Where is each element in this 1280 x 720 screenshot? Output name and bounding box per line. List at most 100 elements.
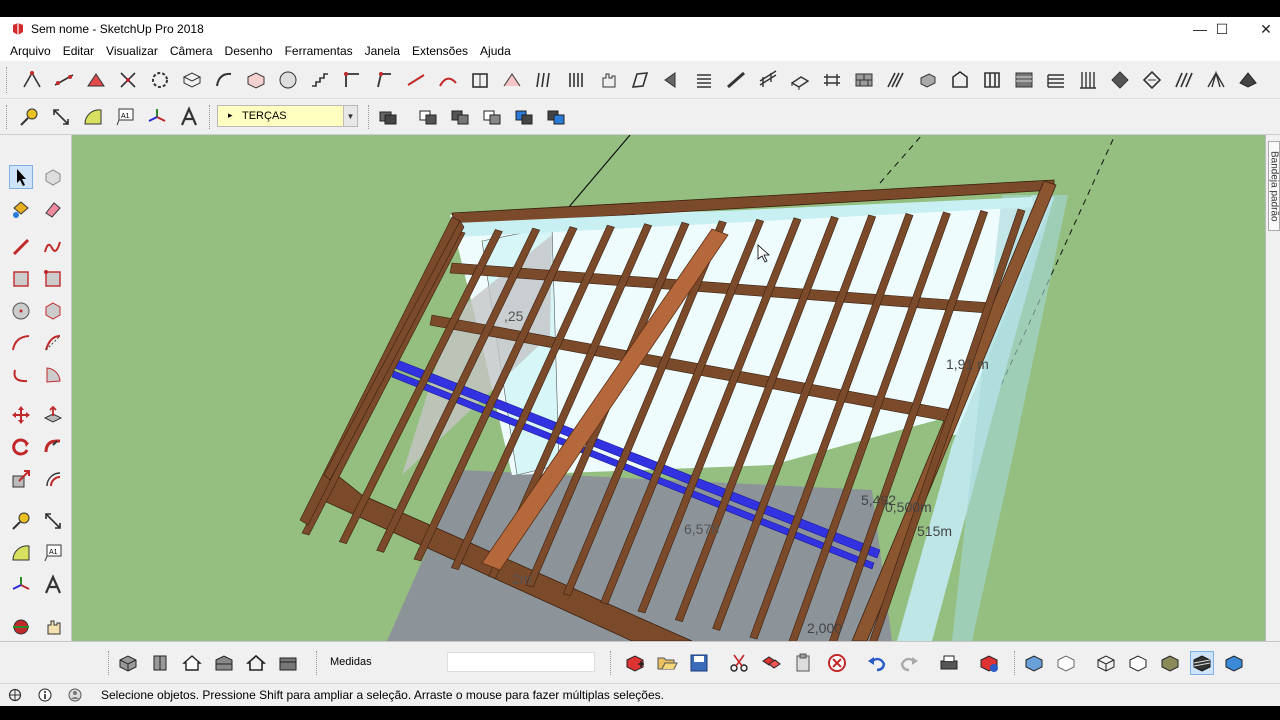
xray-style-icon[interactable] (1022, 651, 1046, 675)
axes-left-icon[interactable] (9, 573, 33, 597)
hand-tool-icon[interactable] (596, 68, 620, 92)
gear-frame-icon[interactable] (148, 68, 172, 92)
maximize-button[interactable]: ☐ (1200, 17, 1244, 41)
brick-tool-icon[interactable] (852, 68, 876, 92)
layer-tool-6-icon[interactable] (544, 105, 568, 129)
slope-tool-icon[interactable] (724, 68, 748, 92)
rotate-tool-icon[interactable] (9, 435, 33, 459)
freehand-icon[interactable] (41, 235, 65, 259)
copy-icon[interactable] (759, 651, 783, 675)
eraser-icon[interactable] (41, 197, 65, 221)
fence-tool-icon[interactable] (756, 68, 780, 92)
deck-tool-icon[interactable] (788, 68, 812, 92)
beams-icon[interactable] (532, 68, 556, 92)
stair-tool-icon[interactable] (308, 68, 332, 92)
layer-tool-4-icon[interactable] (480, 105, 504, 129)
tape-measure-left-icon[interactable] (9, 509, 33, 533)
default-tray-tab[interactable]: Bandeja padrão (1268, 141, 1280, 231)
close-button[interactable]: ✕ (1244, 17, 1280, 41)
dormer-tool-icon[interactable] (1140, 68, 1164, 92)
delete-icon[interactable] (825, 651, 849, 675)
truss-tool-icon[interactable] (84, 68, 108, 92)
text-tool-icon[interactable]: A1 (113, 105, 137, 129)
shaded-textures-icon[interactable] (1190, 651, 1214, 675)
user-account-icon[interactable] (68, 688, 82, 702)
cut-tool-icon[interactable] (116, 68, 140, 92)
menu-ferramentas[interactable]: Ferramentas (279, 44, 359, 58)
box-tool-icon[interactable] (244, 68, 268, 92)
right-view-icon[interactable] (212, 651, 236, 675)
roof-red-icon[interactable] (500, 68, 524, 92)
menu-desenho[interactable]: Desenho (219, 44, 279, 58)
follow-me-icon[interactable] (41, 435, 65, 459)
top-view-icon[interactable] (148, 651, 172, 675)
layers-tool-icon[interactable] (692, 68, 716, 92)
model-scene[interactable]: 1,91 m 5,492 0,500m 515m 6,578 2,000 017… (72, 135, 1265, 641)
open-folder-icon[interactable] (655, 651, 679, 675)
layer-tool-5-icon[interactable] (512, 105, 536, 129)
new-model-icon[interactable] (623, 651, 647, 675)
window-frame-icon[interactable] (468, 68, 492, 92)
rafter-tool-icon[interactable] (20, 68, 44, 92)
circle-tool-icon[interactable] (9, 299, 33, 323)
make-component-icon[interactable] (41, 165, 65, 189)
dimension-left-icon[interactable] (41, 509, 65, 533)
menu-arquivo[interactable]: Arquivo (4, 44, 57, 58)
grid-frame-icon[interactable] (980, 68, 1004, 92)
3d-text-icon[interactable] (177, 105, 201, 129)
angle2-tool-icon[interactable] (372, 68, 396, 92)
menu-janela[interactable]: Janela (359, 44, 406, 58)
protractor-left-icon[interactable] (9, 541, 33, 565)
paste-icon[interactable] (791, 651, 815, 675)
pan-tool-icon[interactable] (41, 615, 65, 639)
measurements-input[interactable] (447, 652, 595, 672)
menu-ajuda[interactable]: Ajuda (474, 44, 517, 58)
print-icon[interactable] (937, 651, 961, 675)
3pt-arc-icon[interactable] (9, 363, 33, 387)
layer-tool-2-icon[interactable] (416, 105, 440, 129)
roof-dark-icon[interactable] (1236, 68, 1260, 92)
select-tool-icon[interactable] (9, 165, 33, 189)
monochrome-icon[interactable] (1222, 651, 1246, 675)
3d-viewport[interactable]: 1,91 m 5,492 0,500m 515m 6,578 2,000 017… (72, 135, 1265, 641)
orbit-tool-icon[interactable] (9, 615, 33, 639)
shaded-icon[interactable] (1158, 651, 1182, 675)
undo-icon[interactable] (865, 651, 889, 675)
gable-tool-icon[interactable] (948, 68, 972, 92)
dome-tool-icon[interactable] (276, 68, 300, 92)
front-view-icon[interactable] (180, 651, 204, 675)
model-info-icon[interactable] (977, 651, 1001, 675)
rectangle-tool-icon[interactable] (9, 267, 33, 291)
hidden-line-icon[interactable] (1126, 651, 1150, 675)
layer-tool-3-icon[interactable] (448, 105, 472, 129)
wireframe-icon[interactable] (1094, 651, 1118, 675)
axes-icon[interactable] (145, 105, 169, 129)
protractor-icon[interactable] (81, 105, 105, 129)
dimension-icon[interactable] (49, 105, 73, 129)
scale-tool-icon[interactable] (9, 467, 33, 491)
tape-measure-icon[interactable] (17, 105, 41, 129)
shingle-tool-icon[interactable] (1108, 68, 1132, 92)
3d-text-left-icon[interactable] (41, 573, 65, 597)
chevron-down-icon[interactable]: ▼ (343, 106, 357, 126)
cut-scissors-icon[interactable] (727, 651, 751, 675)
joist-tool-icon[interactable] (52, 68, 76, 92)
paint-bucket-icon[interactable] (9, 197, 33, 221)
menu-visualizar[interactable]: Visualizar (100, 44, 164, 58)
studs-icon[interactable] (564, 68, 588, 92)
left-view-icon[interactable] (276, 651, 300, 675)
redo-icon[interactable] (897, 651, 921, 675)
block-tool-icon[interactable] (916, 68, 940, 92)
hatch-tool-icon[interactable] (1012, 68, 1036, 92)
back-edges-icon[interactable] (1054, 651, 1078, 675)
menu-editar[interactable]: Editar (57, 44, 100, 58)
2pt-arc-icon[interactable] (41, 331, 65, 355)
curve-tool-icon[interactable] (212, 68, 236, 92)
line-red-icon[interactable] (404, 68, 428, 92)
save-icon[interactable] (687, 651, 711, 675)
rafters-fan-icon[interactable] (1204, 68, 1228, 92)
geo-location-icon[interactable] (8, 688, 22, 702)
pie-tool-icon[interactable] (41, 363, 65, 387)
move-tool-icon[interactable] (9, 403, 33, 427)
iso-view-icon[interactable] (116, 651, 140, 675)
